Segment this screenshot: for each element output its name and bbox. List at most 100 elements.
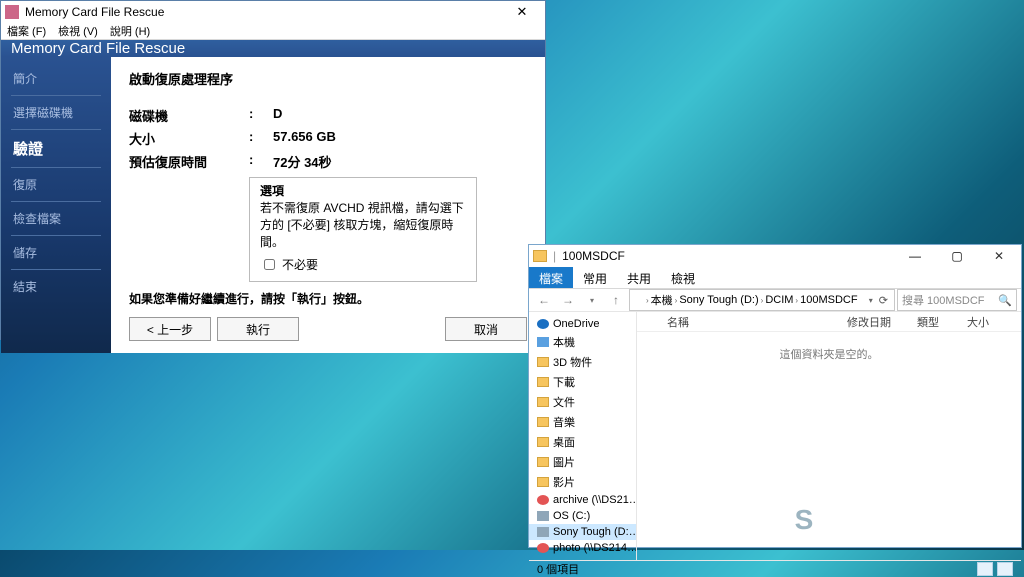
net-icon xyxy=(537,495,549,505)
nav-forward-button[interactable]: → xyxy=(557,289,579,311)
sidebar-step-check[interactable]: 檢查檔案 xyxy=(1,205,111,232)
col-type[interactable]: 類型 xyxy=(917,314,967,330)
breadcrumb-seg[interactable]: 100MSDCF xyxy=(800,294,857,306)
tree-item-label: 音樂 xyxy=(553,414,575,430)
col-size[interactable]: 大小 xyxy=(967,314,989,330)
est-value: 72分 34秒 xyxy=(273,152,332,171)
breadcrumb-seg[interactable]: Sony Tough (D:) xyxy=(679,294,758,306)
drive-value: D xyxy=(273,106,282,125)
tree-item[interactable]: 本機 xyxy=(529,332,636,352)
tree-item[interactable]: photo (\\DS214… xyxy=(529,540,636,556)
opt-checkbox[interactable] xyxy=(264,259,275,270)
tree-item[interactable]: 桌面 xyxy=(529,432,636,452)
watermark-text: 史塔夫科技事務所 xyxy=(836,502,1012,527)
rescue-note: 如果您準備好繼續進行，請按「執行」按鈕。 xyxy=(129,290,527,307)
sidebar-step-end[interactable]: 結束 xyxy=(1,273,111,300)
breadcrumb-seg[interactable]: 本機 xyxy=(651,292,673,308)
tree-item-label: 圖片 xyxy=(553,454,575,470)
tree-item[interactable]: 圖片 xyxy=(529,452,636,472)
back-button[interactable]: < 上一步 xyxy=(129,317,211,341)
nav-history-button[interactable]: ▾ xyxy=(581,289,603,311)
pc-icon xyxy=(537,337,549,347)
watermark-logo: S xyxy=(780,496,828,544)
sidebar-step-verify[interactable]: 驗證 xyxy=(1,133,111,164)
view-tiles-icon[interactable] xyxy=(997,562,1013,576)
ribbon-file[interactable]: 檔案 xyxy=(529,267,573,288)
close-button[interactable]: ✕ xyxy=(981,245,1017,267)
tree-item-label: Sony Tough (D:… xyxy=(553,526,637,538)
options-box: 選項 若不需復原 AVCHD 視訊檔，請勾選下方的 [不必要] 核取方塊，縮短復… xyxy=(249,177,477,282)
folder-icon xyxy=(537,377,549,387)
nav-back-button[interactable]: ← xyxy=(533,289,555,311)
ribbon-share[interactable]: 共用 xyxy=(617,267,661,288)
view-details-icon[interactable] xyxy=(977,562,993,576)
tree-item-label: archive (\\DS21… xyxy=(553,494,637,506)
refresh-icon[interactable]: ⟳ xyxy=(875,294,892,307)
sidebar-step-select-drive[interactable]: 選擇磁碟機 xyxy=(1,99,111,126)
cancel-button[interactable]: 取消 xyxy=(445,317,527,341)
menu-help[interactable]: 說明 (H) xyxy=(110,23,150,39)
chevron-down-icon[interactable]: ▾ xyxy=(869,296,873,305)
size-label: 大小 xyxy=(129,129,249,148)
sidebar-step-recover[interactable]: 復原 xyxy=(1,171,111,198)
breadcrumb-seg[interactable]: DCIM xyxy=(765,294,793,306)
minimize-button[interactable]: — xyxy=(897,245,933,267)
tree-item[interactable]: 音樂 xyxy=(529,412,636,432)
column-headers: 名稱 修改日期 類型 大小 xyxy=(637,312,1021,332)
folder-icon xyxy=(632,295,644,305)
search-icon: 🔍 xyxy=(998,294,1012,307)
rescue-title: Memory Card File Rescue xyxy=(25,5,164,19)
tree-item[interactable]: archive (\\DS21… xyxy=(529,492,636,508)
col-date[interactable]: 修改日期 xyxy=(847,314,917,330)
address-bar[interactable]: › 本機 › Sony Tough (D:) › DCIM › 100MSDCF… xyxy=(629,289,895,311)
search-box[interactable]: 搜尋 100MSDCF 🔍 xyxy=(897,289,1017,311)
tree-item[interactable]: OS (C:) xyxy=(529,508,636,524)
tree-item[interactable]: OneDrive xyxy=(529,316,636,332)
explorer-ribbon: 檔案 常用 共用 檢視 xyxy=(529,267,1021,289)
nav-up-button[interactable]: ↑ xyxy=(605,289,627,311)
tree-item-label: OS (C:) xyxy=(553,510,590,522)
tree-item-label: OneDrive xyxy=(553,318,599,330)
drive-label: 磁碟機 xyxy=(129,106,249,125)
folder-icon xyxy=(537,437,549,447)
rescue-titlebar: Memory Card File Rescue ✕ xyxy=(1,1,545,23)
tree-item-label: 下載 xyxy=(553,374,575,390)
search-placeholder: 搜尋 100MSDCF xyxy=(902,292,985,308)
opt-check-label: 不必要 xyxy=(282,256,318,273)
tree-item[interactable]: 3D 物件 xyxy=(529,352,636,372)
app-icon xyxy=(5,5,19,19)
folder-icon xyxy=(537,417,549,427)
menu-file[interactable]: 檔案 (F) xyxy=(7,23,46,39)
watermark-url: www.stufftaiwan.c xyxy=(836,529,1012,544)
folder-icon xyxy=(537,397,549,407)
tree-item-label: 影片 xyxy=(553,474,575,490)
rescue-window: Memory Card File Rescue ✕ 檔案 (F) 檢視 (V) … xyxy=(0,0,546,340)
tree-item-label: 3D 物件 xyxy=(553,354,592,370)
options-text: 若不需復原 AVCHD 視訊檔，請勾選下方的 [不必要] 核取方塊，縮短復原時間… xyxy=(260,199,466,250)
tree-item[interactable]: 文件 xyxy=(529,392,636,412)
sidebar-step-intro[interactable]: 簡介 xyxy=(1,65,111,92)
tree-item-label: 桌面 xyxy=(553,434,575,450)
menu-view[interactable]: 檢視 (V) xyxy=(58,23,98,39)
size-value: 57.656 GB xyxy=(273,129,336,148)
tree-item[interactable]: 下載 xyxy=(529,372,636,392)
maximize-button[interactable]: ▢ xyxy=(939,245,975,267)
tree-item[interactable]: Sony Tough (D:… xyxy=(529,524,636,540)
rescue-close-button[interactable]: ✕ xyxy=(503,1,541,23)
tree-item[interactable]: 影片 xyxy=(529,472,636,492)
ribbon-common[interactable]: 常用 xyxy=(573,267,617,288)
tree-item-label: 本機 xyxy=(553,334,575,350)
rescue-menubar: 檔案 (F) 檢視 (V) 說明 (H) xyxy=(1,23,545,40)
folder-icon xyxy=(537,477,549,487)
status-bar: 0 個項目 xyxy=(529,560,1021,577)
col-name[interactable]: 名稱 xyxy=(667,314,847,330)
rescue-header: Memory Card File Rescue xyxy=(1,40,545,57)
run-button[interactable]: 執行 xyxy=(217,317,299,341)
sidebar-step-save[interactable]: 儲存 xyxy=(1,239,111,266)
est-label: 預估復原時間 xyxy=(129,152,249,171)
explorer-titlebar: | 100MSDCF — ▢ ✕ xyxy=(529,245,1021,267)
tree-item-label: photo (\\DS214… xyxy=(553,542,637,554)
explorer-navbar: ← → ▾ ↑ › 本機 › Sony Tough (D:) › DCIM › … xyxy=(529,289,1021,312)
folder-icon xyxy=(537,357,549,367)
ribbon-view[interactable]: 檢視 xyxy=(661,267,705,288)
